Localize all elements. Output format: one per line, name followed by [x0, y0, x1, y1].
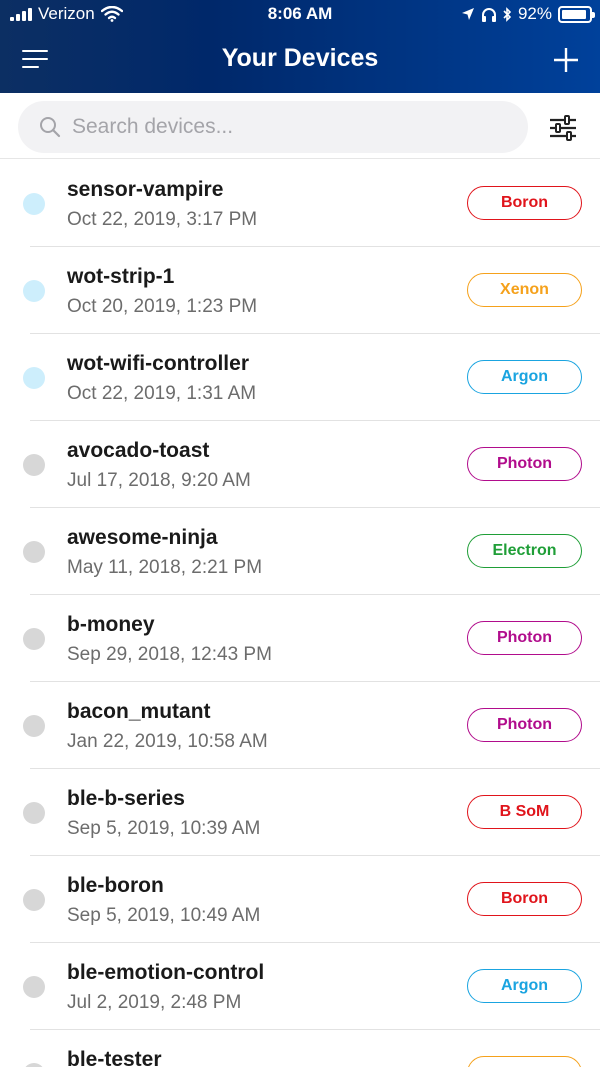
- location-icon: [461, 8, 474, 20]
- app-header: Verizon 8:06 AM 92% Your Devices: [0, 0, 600, 93]
- status-bar: Verizon 8:06 AM 92%: [0, 0, 600, 30]
- device-type-badge: [467, 1056, 582, 1067]
- device-last-seen: Oct 22, 2019, 1:31 AM: [67, 383, 257, 404]
- device-type-badge: Photon: [467, 447, 582, 481]
- search-icon: [40, 117, 61, 138]
- device-name: wot-wifi-controller: [67, 352, 249, 375]
- device-type-badge: Photon: [467, 708, 582, 742]
- headphones-icon: [481, 7, 496, 22]
- page-title: Your Devices: [221, 44, 379, 72]
- search-bar-row: [0, 93, 600, 159]
- device-type-badge: Electron: [467, 534, 582, 568]
- device-name: wot-strip-1: [67, 265, 175, 288]
- status-dot-icon: [23, 628, 45, 650]
- device-last-seen: Jan 22, 2019, 10:58 AM: [67, 731, 268, 752]
- filter-icon[interactable]: [548, 113, 578, 143]
- battery-level: [562, 9, 586, 19]
- status-dot-icon: [23, 367, 45, 389]
- device-type-badge: Photon: [467, 621, 582, 655]
- status-dot-icon: [23, 454, 45, 476]
- device-name: ble-b-series: [67, 787, 185, 810]
- device-type-badge: Argon: [467, 969, 582, 1003]
- device-row[interactable]: sensor-vampire Oct 22, 2019, 3:17 PM Boron: [0, 160, 600, 247]
- status-dot-icon: [23, 193, 45, 215]
- device-name: ble-boron: [67, 874, 164, 897]
- status-bar-right: 92%: [461, 4, 595, 24]
- device-row[interactable]: ble-tester: [0, 1030, 600, 1067]
- device-last-seen: Sep 5, 2019, 10:49 AM: [67, 905, 261, 926]
- device-last-seen: Oct 22, 2019, 3:17 PM: [67, 209, 258, 230]
- plus-icon[interactable]: [552, 46, 580, 74]
- device-last-seen: Oct 20, 2019, 1:23 PM: [67, 296, 258, 317]
- device-last-seen: Jul 17, 2018, 9:20 AM: [67, 470, 251, 491]
- device-row[interactable]: ble-emotion-control Jul 2, 2019, 2:48 PM A…: [0, 943, 600, 1030]
- device-row[interactable]: bacon_mutant Jan 22, 2019, 10:58 AM Photon: [0, 682, 600, 769]
- device-type-badge: Xenon: [467, 273, 582, 307]
- device-row[interactable]: wot-strip-1 Oct 20, 2019, 1:23 PM Xenon: [0, 247, 600, 334]
- status-dot-icon: [23, 541, 45, 563]
- device-type-badge: B SoM: [467, 795, 582, 829]
- device-row[interactable]: avocado-toast Jul 17, 2018, 9:20 AM Photon: [0, 421, 600, 508]
- device-last-seen: Jul 2, 2019, 2:48 PM: [67, 992, 242, 1013]
- status-dot-icon: [23, 280, 45, 302]
- status-dot-icon: [23, 715, 45, 737]
- status-dot-icon: [23, 976, 45, 998]
- device-name: avocado-toast: [67, 439, 210, 462]
- device-last-seen: May 11, 2018, 2:21 PM: [67, 557, 263, 578]
- device-name: ble-emotion-control: [67, 961, 265, 984]
- nav-bar: Your Devices: [0, 30, 600, 93]
- device-type-badge: Argon: [467, 360, 582, 394]
- device-type-badge: Boron: [467, 882, 582, 916]
- search-box[interactable]: [18, 101, 528, 153]
- device-name: b-money: [67, 613, 155, 636]
- device-name: bacon_mutant: [67, 700, 211, 723]
- device-row[interactable]: wot-wifi-controller Oct 22, 2019, 1:31 AM…: [0, 334, 600, 421]
- device-last-seen: Sep 29, 2018, 12:43 PM: [67, 644, 272, 665]
- battery-percent: 92%: [517, 4, 552, 23]
- device-row[interactable]: ble-b-series Sep 5, 2019, 10:39 AM B SoM: [0, 769, 600, 856]
- status-dot-icon: [23, 1063, 45, 1067]
- status-dot-icon: [23, 802, 45, 824]
- device-last-seen: Sep 5, 2019, 10:39 AM: [67, 818, 261, 839]
- battery-icon: [558, 5, 595, 23]
- bluetooth-icon: [503, 6, 512, 22]
- device-name: awesome-ninja: [67, 526, 218, 549]
- device-row[interactable]: awesome-ninja May 11, 2018, 2:21 PM Electr…: [0, 508, 600, 595]
- device-name: sensor-vampire: [67, 178, 224, 201]
- device-list: sensor-vampire Oct 22, 2019, 3:17 PM Boron…: [0, 160, 600, 1067]
- device-name: ble-tester: [67, 1048, 162, 1067]
- device-row[interactable]: b-money Sep 29, 2018, 12:43 PM Photon: [0, 595, 600, 682]
- device-type-badge: Boron: [467, 186, 582, 220]
- status-dot-icon: [23, 889, 45, 911]
- device-row[interactable]: ble-boron Sep 5, 2019, 10:49 AM Boron: [0, 856, 600, 943]
- search-input[interactable]: [72, 115, 492, 139]
